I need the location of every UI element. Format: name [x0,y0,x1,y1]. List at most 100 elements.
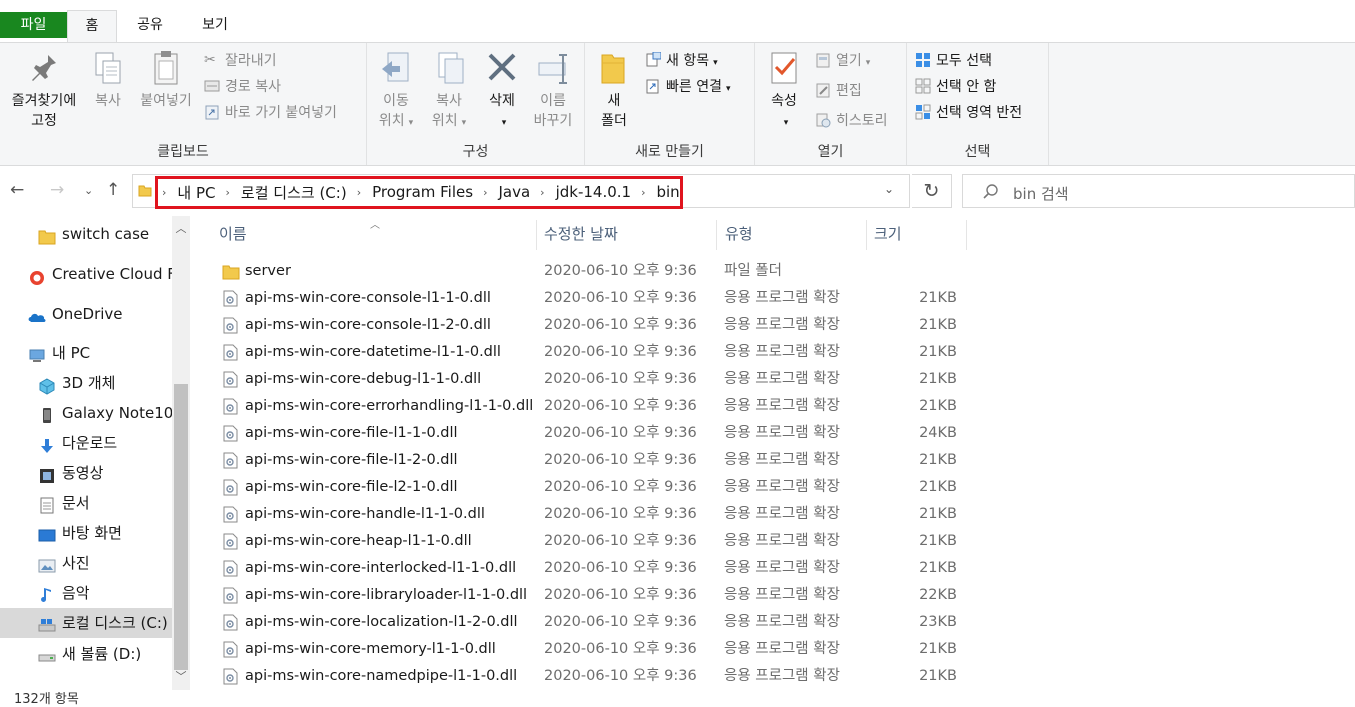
chevron-down-icon: ▾ [783,118,789,128]
file-type: 응용 프로그램 확장 [724,506,840,522]
column-header-size[interactable]: 크기 [874,216,964,252]
organize-group-label: 구성 [462,144,489,160]
column-divider[interactable] [866,220,867,250]
file-row[interactable]: api-ms-win-core-handle-l1-1-0.dll 2020-06… [190,501,1355,528]
refresh-icon[interactable]: ↻ [912,174,952,208]
properties-button[interactable]: 속성 ▾ [761,49,807,133]
column-divider[interactable] [966,220,967,250]
nav-item[interactable]: 로컬 디스크 (C:) [0,608,172,638]
file-type: 응용 프로그램 확장 [724,371,840,387]
file-row[interactable]: api-ms-win-core-memory-l1-1-0.dll 2020-06… [190,636,1355,663]
paste-button[interactable]: 붙여넣기 [134,49,198,111]
open-label: 열기 [836,53,862,69]
file-row[interactable]: server 2020-06-10 오후 9:36 파일 폴더 [190,258,1355,285]
tab-view[interactable]: 보기 [190,10,240,42]
download-icon [38,435,56,453]
select-all-label: 모두 선택 [936,53,992,69]
new-folder-button[interactable]: 새 폴더 [591,49,637,131]
nav-item[interactable]: 내 PC [0,338,172,368]
address-dropdown-chevron-icon[interactable]: ⌄ [884,182,894,196]
column-header-date[interactable]: 수정한 날짜 [544,216,714,252]
file-row[interactable]: api-ms-win-core-interlocked-l1-1-0.dll 20… [190,555,1355,582]
file-row[interactable]: api-ms-win-core-debug-l1-1-0.dll 2020-06-… [190,366,1355,393]
back-arrow-icon[interactable]: ← [10,180,24,200]
cut-button[interactable]: ✂ 잘라내기 [204,49,277,73]
file-name: api-ms-win-core-console-l1-1-0.dll [245,290,491,306]
scroll-up-chevron-icon[interactable]: ︿ [172,220,190,238]
file-row[interactable]: api-ms-win-core-namedpipe-l1-1-0.dll 2020… [190,663,1355,690]
nav-item[interactable]: 문서 [0,488,172,518]
pin-to-quick-access-button[interactable]: 즐겨찾기에 고정 [4,49,84,131]
easy-access-button[interactable]: 빠른 연결 ▾ [645,75,731,99]
scissors-icon: ✂ [204,51,216,68]
file-row[interactable]: api-ms-win-core-file-l1-2-0.dll 2020-06-1… [190,447,1355,474]
new-item-button[interactable]: 새 항목 ▾ [645,49,718,73]
file-row[interactable]: api-ms-win-core-file-l2-1-0.dll 2020-06-1… [190,474,1355,501]
nav-item[interactable]: 바탕 화면 [0,518,172,548]
nav-item-label: Creative Cloud Fil [52,265,172,283]
file-row[interactable]: api-ms-win-core-console-l1-2-0.dll 2020-0… [190,312,1355,339]
invert-selection-button[interactable]: 선택 영역 반전 [915,101,1022,125]
nav-scrollbar[interactable]: ︿ ﹀ [172,216,190,690]
nav-item[interactable]: 3D 개체 [0,368,172,398]
address-highlight-box [155,176,683,209]
nav-item[interactable]: 사진 [0,548,172,578]
nav-item[interactable]: 다운로드 [0,428,172,458]
nav-item[interactable]: OneDrive [0,299,172,329]
easy-access-label: 빠른 연결 [666,79,722,95]
select-all-button[interactable]: 모두 선택 [915,49,992,73]
dll-icon [222,533,238,550]
scroll-thumb[interactable] [174,384,188,670]
search-box[interactable]: bin 검색 [962,174,1355,208]
file-name: api-ms-win-core-debug-l1-1-0.dll [245,371,482,387]
pc-icon [28,345,46,362]
nav-item[interactable]: 새 볼륨 (D:) [0,639,172,669]
delete-button[interactable]: 삭제 ▾ [479,49,525,133]
rename-button[interactable]: 이름 바꾸기 [527,49,579,131]
file-row[interactable]: api-ms-win-core-heap-l1-1-0.dll 2020-06-1… [190,528,1355,555]
column-divider[interactable] [536,220,537,250]
copy-path-button[interactable]: 경로 복사 [204,75,281,99]
folder-icon [222,263,240,280]
select-none-button[interactable]: 선택 안 함 [915,75,996,99]
tab-share[interactable]: 공유 [130,10,170,42]
nav-item-label: Galaxy Note10 5 [62,404,172,422]
file-row[interactable]: api-ms-win-core-console-l1-1-0.dll 2020-0… [190,285,1355,312]
nav-item[interactable]: switch case [0,219,172,249]
forward-arrow-icon[interactable]: → [50,180,64,200]
file-type: 응용 프로그램 확장 [724,290,840,306]
file-row[interactable]: api-ms-win-core-file-l1-1-0.dll 2020-06-1… [190,420,1355,447]
nav-item[interactable]: 동영상 [0,458,172,488]
pin-label-line2: 고정 [31,113,57,129]
column-header-name[interactable]: 이름 [219,216,535,252]
file-date-modified: 2020-06-10 오후 9:36 [544,371,697,387]
file-date-modified: 2020-06-10 오후 9:36 [544,263,697,279]
3d-objects-icon [38,375,56,395]
file-row[interactable]: api-ms-win-core-errorhandling-l1-1-0.dll… [190,393,1355,420]
address-row: ← → ⌄ ↑ › 내 PC › 로컬 디스크 (C:) › Program F… [0,166,1355,216]
nav-item[interactable]: 음악 [0,578,172,608]
copy-button[interactable]: 복사 [86,49,130,111]
nav-item[interactable]: Creative Cloud Fil [0,259,172,289]
copy-path-label: 경로 복사 [225,79,281,95]
scroll-down-chevron-icon[interactable]: ﹀ [172,668,190,686]
paste-shortcut-button[interactable]: 바로 가기 붙여넣기 [204,101,337,125]
file-row[interactable]: api-ms-win-core-localization-l1-2-0.dll 2… [190,609,1355,636]
file-date-modified: 2020-06-10 오후 9:36 [544,614,697,630]
move-to-button[interactable]: 이동 위치 ▾ [373,49,419,133]
open-button[interactable]: 열기 ▾ [815,49,870,73]
tab-home[interactable]: 홈 [67,10,117,43]
recent-locations-chevron-icon[interactable]: ⌄ [84,184,93,197]
nav-item[interactable]: Galaxy Note10 5 [0,398,172,428]
history-button[interactable]: 히스토리 [815,109,888,133]
up-arrow-icon[interactable]: ↑ [106,180,120,200]
file-row[interactable]: api-ms-win-core-datetime-l1-1-0.dll 2020-… [190,339,1355,366]
column-divider[interactable] [716,220,717,250]
file-row[interactable]: api-ms-win-core-libraryloader-l1-1-0.dll… [190,582,1355,609]
tab-file[interactable]: 파일 [0,12,67,38]
copy-to-button[interactable]: 복사 위치 ▾ [423,49,475,133]
column-header-type[interactable]: 유형 [725,216,865,252]
edit-button[interactable]: 편집 [815,79,862,103]
dll-icon [222,614,238,631]
file-date-modified: 2020-06-10 오후 9:36 [544,506,697,522]
